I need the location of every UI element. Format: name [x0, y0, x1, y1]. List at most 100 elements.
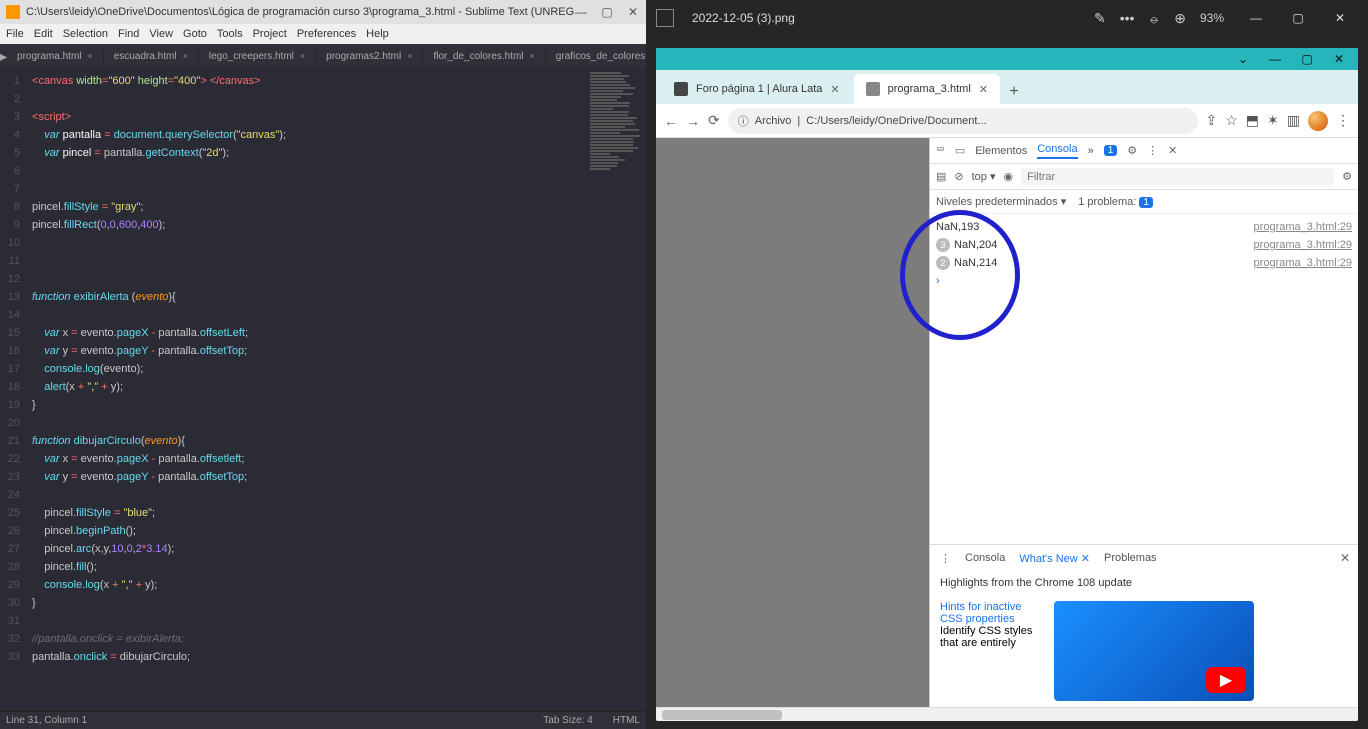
back-icon[interactable]: ← — [664, 113, 678, 129]
drawer-tab-whatsnew[interactable]: What's New ✕ — [1019, 552, 1090, 565]
drawer-tab-console[interactable]: Consola — [965, 552, 1005, 564]
eye-icon[interactable]: ◉ — [1004, 170, 1014, 183]
chrome-close-icon[interactable]: ✕ — [1328, 48, 1350, 70]
sublime-tab[interactable]: lego_creepers.html× — [199, 51, 316, 62]
menu-help[interactable]: Help — [366, 28, 389, 40]
play-icon[interactable]: ▶ — [1206, 667, 1246, 693]
chrome-tab-0[interactable]: Foro página 1 | Alura Lata ✕ — [662, 74, 852, 104]
addr-path: C:/Users/leidy/OneDrive/Document... — [806, 115, 986, 127]
sublime-side-icon[interactable]: ▸ — [0, 48, 7, 65]
filter-input[interactable] — [1021, 168, 1334, 186]
star-icon[interactable]: ☆ — [1225, 112, 1238, 129]
tab-close-icon[interactable]: ✕ — [830, 83, 839, 96]
chrome-max-icon[interactable]: ▢ — [1296, 48, 1318, 70]
menu-project[interactable]: Project — [253, 28, 287, 40]
gear-icon[interactable]: ⚙ — [1127, 144, 1137, 157]
menu-selection[interactable]: Selection — [63, 28, 108, 40]
inspect-icon[interactable]: ⮹ — [936, 144, 945, 157]
console-source-link[interactable]: programa_3.html:29 — [1254, 239, 1352, 251]
console-source-link[interactable]: programa_3.html:29 — [1254, 221, 1352, 233]
problem-badge[interactable]: 1 — [1139, 197, 1153, 208]
sublime-tab[interactable]: flor_de_colores.html× — [423, 51, 545, 62]
viewer-minimize-icon[interactable]: — — [1238, 4, 1274, 32]
menu-edit[interactable]: Edit — [34, 28, 53, 40]
chrome-restore-icon[interactable]: ⌄ — [1232, 48, 1254, 70]
sublime-tab[interactable]: programa.html× — [7, 51, 104, 62]
dt-tab-more[interactable]: » — [1088, 145, 1094, 157]
chrome-tab-label: Foro página 1 | Alura Lata — [696, 83, 822, 95]
address-bar[interactable]: ⓘ Archivo | C:/Users/leidy/OneDrive/Docu… — [728, 108, 1198, 134]
viewer-maximize-icon[interactable]: ▢ — [1280, 4, 1316, 32]
drawer-close-icon[interactable]: ✕ — [1340, 551, 1350, 565]
status-pos: Line 31, Column 1 — [6, 715, 87, 726]
info-icon[interactable]: ⓘ — [738, 113, 749, 129]
problem-label: 1 problema: — [1078, 196, 1136, 208]
zoom-out-icon[interactable]: ⦵ — [1148, 10, 1160, 27]
menu-goto[interactable]: Goto — [183, 28, 207, 40]
wn-video-thumb[interactable]: ▶ — [1054, 601, 1254, 701]
tab-close-icon[interactable]: × — [407, 51, 412, 61]
more-icon[interactable]: ••• — [1120, 10, 1135, 26]
avatar[interactable] — [1308, 111, 1328, 131]
tab-close-icon[interactable]: × — [530, 51, 535, 61]
sublime-tab[interactable]: escuadra.html× — [104, 51, 199, 62]
whatsnew-title: Highlights from the Chrome 108 update — [930, 571, 1358, 595]
dt-tab-console[interactable]: Consola — [1037, 143, 1077, 159]
forward-icon[interactable]: → — [686, 113, 700, 129]
viewer-close-icon[interactable]: ✕ — [1322, 4, 1358, 32]
console-settings-icon[interactable]: ⚙ — [1342, 170, 1352, 183]
chrome-min-icon[interactable]: — — [1264, 48, 1286, 70]
device-icon[interactable]: ▭ — [955, 144, 965, 157]
drawer-tab-problems[interactable]: Problemas — [1104, 552, 1157, 564]
console-source-link[interactable]: programa_3.html:29 — [1254, 257, 1352, 269]
wn-card[interactable]: Hints for inactive CSS properties Identi… — [940, 601, 1040, 701]
console-output[interactable]: NaN,193programa_3.html:293NaN,204program… — [930, 214, 1358, 544]
dt-close-icon[interactable]: ✕ — [1168, 144, 1177, 157]
reload-icon[interactable]: ⟳ — [708, 112, 720, 129]
maximize-icon[interactable]: ▢ — [600, 5, 614, 19]
issues-badge[interactable]: 1 — [1104, 145, 1118, 156]
extensions-icon[interactable]: ✶ — [1267, 112, 1279, 129]
menu-file[interactable]: File — [6, 28, 24, 40]
sublime-window: C:\Users\leidy\OneDrive\Documentos\Lógic… — [0, 0, 646, 729]
context-selector[interactable]: top ▾ — [972, 170, 996, 183]
console-sidebar-icon[interactable]: ▤ — [936, 170, 946, 183]
clear-icon[interactable]: ⊘ — [954, 170, 963, 183]
drawer-menu-icon[interactable]: ⋮ — [940, 552, 951, 565]
edit-icon[interactable]: ✎ — [1094, 10, 1106, 27]
log-levels[interactable]: Niveles predeterminados ▾ — [936, 195, 1066, 208]
menu-preferences[interactable]: Preferences — [297, 28, 356, 40]
menu-tools[interactable]: Tools — [217, 28, 243, 40]
sidepanel-icon[interactable]: ▥ — [1287, 112, 1300, 129]
sublime-title: C:\Users\leidy\OneDrive\Documentos\Lógic… — [26, 6, 574, 18]
menu-find[interactable]: Find — [118, 28, 139, 40]
chrome-menu-icon[interactable]: ⋮ — [1336, 112, 1350, 129]
new-tab-icon[interactable]: + — [1002, 80, 1026, 104]
chrome-tab-1[interactable]: programa_3.html ✕ — [854, 74, 1000, 104]
minimap[interactable] — [586, 68, 646, 711]
tab-close-icon[interactable]: × — [88, 51, 93, 61]
status-tabsize[interactable]: Tab Size: 4 — [543, 715, 592, 726]
status-lang[interactable]: HTML — [613, 715, 640, 726]
captured-chrome: ⌄ — ▢ ✕ Foro página 1 | Alura Lata ✕ pro… — [656, 48, 1358, 721]
tab-close-icon[interactable]: × — [300, 51, 305, 61]
zoom-in-icon[interactable]: ⊕ — [1174, 10, 1186, 27]
dt-menu-icon[interactable]: ⋮ — [1147, 144, 1158, 157]
close-icon[interactable]: ✕ — [626, 5, 640, 19]
favicon-icon — [674, 82, 688, 96]
wn-card-link[interactable]: Hints for inactive CSS properties — [940, 601, 1021, 625]
dt-tab-elements[interactable]: Elementos — [975, 145, 1027, 157]
download-icon[interactable]: ⬒ — [1246, 112, 1259, 129]
minimize-icon[interactable]: — — [574, 5, 588, 19]
viewer-filename: 2022-12-05 (3).png — [692, 11, 1094, 25]
page-canvas[interactable] — [656, 138, 929, 707]
menu-view[interactable]: View — [149, 28, 173, 40]
tab-close-icon[interactable]: ✕ — [979, 83, 988, 96]
console-prompt-icon[interactable]: › — [936, 275, 940, 287]
tab-close-icon[interactable]: × — [183, 51, 188, 61]
code-area[interactable]: <canvas width="600" height="400"> </canv… — [26, 68, 586, 711]
horizontal-scrollbar[interactable] — [656, 707, 1358, 721]
share-icon[interactable]: ⇪ — [1206, 112, 1218, 129]
chrome-titlebar: ⌄ — ▢ ✕ — [656, 48, 1358, 70]
sublime-tab[interactable]: programas2.html× — [316, 51, 423, 62]
